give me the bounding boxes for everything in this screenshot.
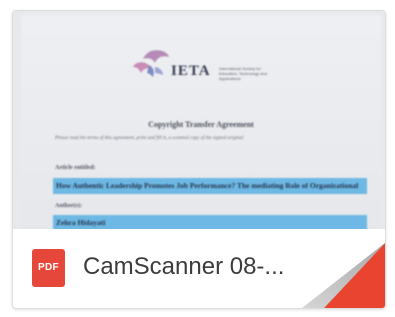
- author-label: Author(s):: [55, 203, 82, 209]
- scanned-document-preview: IETA International Society for Education…: [21, 15, 381, 229]
- file-name[interactable]: CamScanner 08-...: [83, 253, 284, 281]
- page-fold-icon: [302, 243, 385, 308]
- author-name-field: Zehra Hidayati: [53, 215, 367, 229]
- document-intro: Please read the terms of this agreement,…: [55, 136, 244, 141]
- ieta-logo-text: IETA: [171, 63, 211, 79]
- document-title: Copyright Transfer Agreement: [148, 120, 254, 129]
- file-thumbnail[interactable]: IETA International Society for Education…: [13, 11, 385, 229]
- file-card[interactable]: IETA International Society for Education…: [12, 10, 386, 309]
- article-title-field: How Authentic Leadership Promotes Job Pe…: [53, 178, 367, 194]
- pdf-file-icon: PDF: [32, 249, 65, 287]
- ieta-logo-subtitle: International Society for Education, Tec…: [219, 66, 267, 81]
- file-card-footer[interactable]: PDF CamScanner 08-...: [13, 229, 385, 308]
- ieta-logo-icon: [133, 50, 169, 77]
- pdf-badge-label: PDF: [38, 262, 59, 273]
- article-label: Article entitled:: [55, 165, 96, 171]
